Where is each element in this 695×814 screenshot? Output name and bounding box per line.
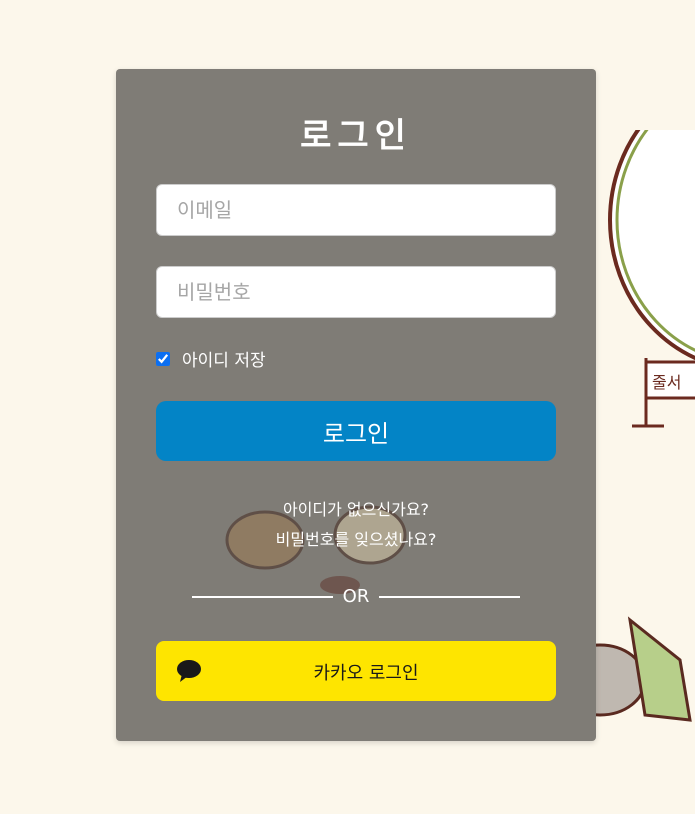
- remember-id-label: 아이디 저장: [182, 351, 266, 371]
- sign-text: 줄서: [652, 373, 681, 392]
- or-label: OR: [342, 586, 370, 607]
- page-title: 로그인: [300, 116, 412, 156]
- kakao-login-label: 카카오 로그인: [313, 663, 419, 684]
- forgot-password-link[interactable]: 비밀번호를 잊으셨나요?: [276, 530, 437, 549]
- signup-link[interactable]: 아이디가 없으신가요?: [283, 500, 429, 519]
- remember-id-checkbox[interactable]: [156, 351, 170, 366]
- divider-line: [192, 595, 333, 598]
- kakao-login-button[interactable]: 카카오 로그인: [156, 641, 556, 701]
- email-input[interactable]: [156, 184, 556, 236]
- login-button[interactable]: 로그인: [156, 401, 556, 461]
- or-divider: OR: [192, 586, 520, 607]
- password-input[interactable]: [156, 266, 556, 318]
- remember-id-option[interactable]: 아이디 저장: [156, 346, 266, 371]
- round-frame-decoration: [608, 130, 695, 361]
- divider-line: [379, 595, 520, 598]
